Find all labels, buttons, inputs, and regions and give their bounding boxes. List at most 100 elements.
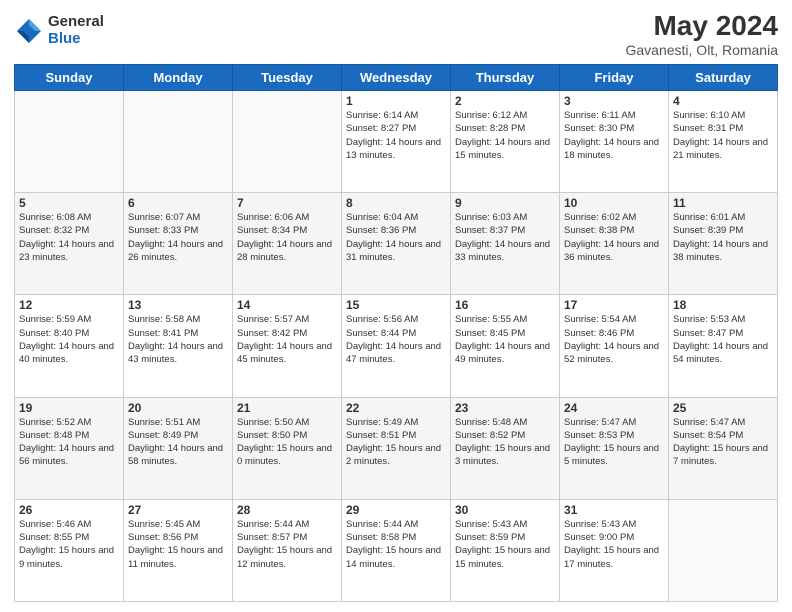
calendar-cell: 25Sunrise: 5:47 AMSunset: 8:54 PMDayligh…: [669, 397, 778, 499]
day-info: Sunrise: 5:45 AMSunset: 8:56 PMDaylight:…: [128, 518, 228, 571]
calendar-cell: 14Sunrise: 5:57 AMSunset: 8:42 PMDayligh…: [233, 295, 342, 397]
day-info: Sunrise: 5:48 AMSunset: 8:52 PMDaylight:…: [455, 416, 555, 469]
day-number: 21: [237, 401, 337, 415]
calendar-cell: 22Sunrise: 5:49 AMSunset: 8:51 PMDayligh…: [342, 397, 451, 499]
day-number: 2: [455, 94, 555, 108]
day-number: 6: [128, 196, 228, 210]
day-info: Sunrise: 6:14 AMSunset: 8:27 PMDaylight:…: [346, 109, 446, 162]
day-number: 5: [19, 196, 119, 210]
header: General Blue May 2024 Gavanesti, Olt, Ro…: [14, 10, 778, 58]
day-info: Sunrise: 5:44 AMSunset: 8:57 PMDaylight:…: [237, 518, 337, 571]
day-info: Sunrise: 5:52 AMSunset: 8:48 PMDaylight:…: [19, 416, 119, 469]
day-number: 25: [673, 401, 773, 415]
day-info: Sunrise: 6:01 AMSunset: 8:39 PMDaylight:…: [673, 211, 773, 264]
calendar-cell: 30Sunrise: 5:43 AMSunset: 8:59 PMDayligh…: [451, 499, 560, 601]
week-row-4: 26Sunrise: 5:46 AMSunset: 8:55 PMDayligh…: [15, 499, 778, 601]
header-saturday: Saturday: [669, 65, 778, 91]
day-info: Sunrise: 5:47 AMSunset: 8:53 PMDaylight:…: [564, 416, 664, 469]
day-info: Sunrise: 5:51 AMSunset: 8:49 PMDaylight:…: [128, 416, 228, 469]
calendar-cell: 23Sunrise: 5:48 AMSunset: 8:52 PMDayligh…: [451, 397, 560, 499]
day-info: Sunrise: 5:53 AMSunset: 8:47 PMDaylight:…: [673, 313, 773, 366]
day-info: Sunrise: 5:57 AMSunset: 8:42 PMDaylight:…: [237, 313, 337, 366]
calendar-cell: 27Sunrise: 5:45 AMSunset: 8:56 PMDayligh…: [124, 499, 233, 601]
day-info: Sunrise: 5:47 AMSunset: 8:54 PMDaylight:…: [673, 416, 773, 469]
day-number: 17: [564, 298, 664, 312]
day-info: Sunrise: 6:12 AMSunset: 8:28 PMDaylight:…: [455, 109, 555, 162]
header-wednesday: Wednesday: [342, 65, 451, 91]
calendar-cell: 31Sunrise: 5:43 AMSunset: 9:00 PMDayligh…: [560, 499, 669, 601]
calendar-cell: 4Sunrise: 6:10 AMSunset: 8:31 PMDaylight…: [669, 91, 778, 193]
header-sunday: Sunday: [15, 65, 124, 91]
day-info: Sunrise: 5:50 AMSunset: 8:50 PMDaylight:…: [237, 416, 337, 469]
calendar-cell: 26Sunrise: 5:46 AMSunset: 8:55 PMDayligh…: [15, 499, 124, 601]
logo-blue-text: Blue: [48, 31, 104, 48]
week-row-0: 1Sunrise: 6:14 AMSunset: 8:27 PMDaylight…: [15, 91, 778, 193]
day-number: 27: [128, 503, 228, 517]
day-number: 10: [564, 196, 664, 210]
day-number: 3: [564, 94, 664, 108]
day-number: 23: [455, 401, 555, 415]
day-headers-row: Sunday Monday Tuesday Wednesday Thursday…: [15, 65, 778, 91]
calendar-cell: [669, 499, 778, 601]
calendar-cell: [15, 91, 124, 193]
main-title: May 2024: [625, 10, 778, 42]
calendar-cell: 1Sunrise: 6:14 AMSunset: 8:27 PMDaylight…: [342, 91, 451, 193]
calendar-cell: 28Sunrise: 5:44 AMSunset: 8:57 PMDayligh…: [233, 499, 342, 601]
header-thursday: Thursday: [451, 65, 560, 91]
week-row-2: 12Sunrise: 5:59 AMSunset: 8:40 PMDayligh…: [15, 295, 778, 397]
calendar-cell: 17Sunrise: 5:54 AMSunset: 8:46 PMDayligh…: [560, 295, 669, 397]
day-number: 22: [346, 401, 446, 415]
day-info: Sunrise: 5:46 AMSunset: 8:55 PMDaylight:…: [19, 518, 119, 571]
day-number: 28: [237, 503, 337, 517]
calendar-cell: 20Sunrise: 5:51 AMSunset: 8:49 PMDayligh…: [124, 397, 233, 499]
day-number: 19: [19, 401, 119, 415]
day-info: Sunrise: 6:11 AMSunset: 8:30 PMDaylight:…: [564, 109, 664, 162]
day-number: 14: [237, 298, 337, 312]
calendar-cell: 29Sunrise: 5:44 AMSunset: 8:58 PMDayligh…: [342, 499, 451, 601]
calendar-cell: 18Sunrise: 5:53 AMSunset: 8:47 PMDayligh…: [669, 295, 778, 397]
week-row-3: 19Sunrise: 5:52 AMSunset: 8:48 PMDayligh…: [15, 397, 778, 499]
day-number: 9: [455, 196, 555, 210]
header-friday: Friday: [560, 65, 669, 91]
logo-icon: [14, 16, 44, 46]
day-info: Sunrise: 5:54 AMSunset: 8:46 PMDaylight:…: [564, 313, 664, 366]
calendar-cell: [233, 91, 342, 193]
logo-text: General Blue: [48, 14, 104, 47]
calendar-cell: 19Sunrise: 5:52 AMSunset: 8:48 PMDayligh…: [15, 397, 124, 499]
header-monday: Monday: [124, 65, 233, 91]
calendar-cell: 13Sunrise: 5:58 AMSunset: 8:41 PMDayligh…: [124, 295, 233, 397]
calendar-cell: 15Sunrise: 5:56 AMSunset: 8:44 PMDayligh…: [342, 295, 451, 397]
calendar-cell: 12Sunrise: 5:59 AMSunset: 8:40 PMDayligh…: [15, 295, 124, 397]
title-block: May 2024 Gavanesti, Olt, Romania: [625, 10, 778, 58]
calendar-cell: 2Sunrise: 6:12 AMSunset: 8:28 PMDaylight…: [451, 91, 560, 193]
header-tuesday: Tuesday: [233, 65, 342, 91]
day-number: 11: [673, 196, 773, 210]
day-info: Sunrise: 6:07 AMSunset: 8:33 PMDaylight:…: [128, 211, 228, 264]
calendar-cell: 3Sunrise: 6:11 AMSunset: 8:30 PMDaylight…: [560, 91, 669, 193]
day-info: Sunrise: 6:08 AMSunset: 8:32 PMDaylight:…: [19, 211, 119, 264]
day-number: 7: [237, 196, 337, 210]
calendar: Sunday Monday Tuesday Wednesday Thursday…: [14, 64, 778, 602]
day-info: Sunrise: 6:03 AMSunset: 8:37 PMDaylight:…: [455, 211, 555, 264]
day-info: Sunrise: 5:56 AMSunset: 8:44 PMDaylight:…: [346, 313, 446, 366]
day-number: 16: [455, 298, 555, 312]
day-number: 8: [346, 196, 446, 210]
calendar-cell: 21Sunrise: 5:50 AMSunset: 8:50 PMDayligh…: [233, 397, 342, 499]
day-info: Sunrise: 6:04 AMSunset: 8:36 PMDaylight:…: [346, 211, 446, 264]
week-row-1: 5Sunrise: 6:08 AMSunset: 8:32 PMDaylight…: [15, 193, 778, 295]
day-number: 15: [346, 298, 446, 312]
day-number: 26: [19, 503, 119, 517]
day-info: Sunrise: 5:59 AMSunset: 8:40 PMDaylight:…: [19, 313, 119, 366]
day-number: 12: [19, 298, 119, 312]
day-number: 29: [346, 503, 446, 517]
calendar-cell: 5Sunrise: 6:08 AMSunset: 8:32 PMDaylight…: [15, 193, 124, 295]
calendar-cell: 8Sunrise: 6:04 AMSunset: 8:36 PMDaylight…: [342, 193, 451, 295]
day-number: 31: [564, 503, 664, 517]
calendar-cell: 6Sunrise: 6:07 AMSunset: 8:33 PMDaylight…: [124, 193, 233, 295]
day-number: 1: [346, 94, 446, 108]
day-number: 30: [455, 503, 555, 517]
calendar-cell: 11Sunrise: 6:01 AMSunset: 8:39 PMDayligh…: [669, 193, 778, 295]
day-info: Sunrise: 6:10 AMSunset: 8:31 PMDaylight:…: [673, 109, 773, 162]
calendar-cell: 9Sunrise: 6:03 AMSunset: 8:37 PMDaylight…: [451, 193, 560, 295]
day-number: 18: [673, 298, 773, 312]
